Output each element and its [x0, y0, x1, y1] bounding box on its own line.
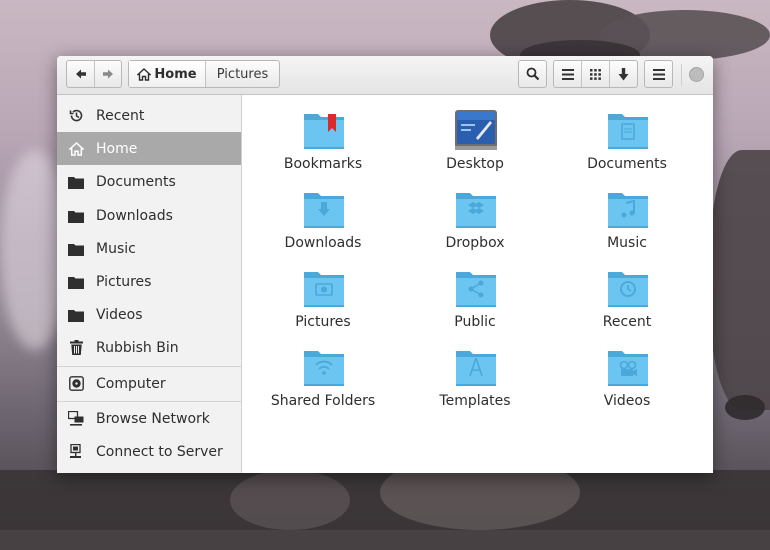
folder-item-desktop[interactable]: Desktop	[405, 104, 545, 176]
sidebar: Recent Home Documents Downloads Music Pi…	[57, 95, 242, 473]
close-window-button[interactable]	[689, 67, 704, 82]
clock-icon	[68, 108, 84, 124]
view-buttons	[553, 60, 638, 88]
sidebar-item-label: Documents	[96, 173, 176, 190]
menu-button[interactable]	[644, 60, 673, 88]
drive-icon	[68, 376, 84, 392]
server-icon	[68, 444, 84, 460]
path-pictures-label: Pictures	[216, 66, 269, 82]
sidebar-item-label: Downloads	[96, 207, 173, 224]
sidebar-item-label: Home	[96, 140, 138, 157]
sidebar-item-browse-network[interactable]: Browse Network	[57, 402, 241, 435]
sidebar-item-label: Browse Network	[96, 410, 210, 427]
folder-label: Music	[607, 235, 647, 251]
sidebar-item-documents[interactable]: Documents	[57, 165, 241, 198]
folder-item-bookmarks[interactable]: Bookmarks	[253, 104, 393, 176]
grid-view-button[interactable]	[581, 61, 608, 87]
sidebar-item-music[interactable]: Music	[57, 232, 241, 265]
sidebar-item-label: Recent	[96, 107, 145, 124]
path-pictures-button[interactable]: Pictures	[205, 61, 279, 87]
sidebar-item-rubbish-bin[interactable]: Rubbish Bin	[57, 331, 241, 364]
folder-item-dropbox[interactable]: Dropbox	[405, 183, 545, 255]
arrow-down-icon	[618, 67, 629, 80]
trash-icon	[68, 340, 84, 356]
folder-icon	[68, 208, 84, 224]
folder-label: Documents	[587, 156, 667, 172]
list-view-button[interactable]	[554, 61, 581, 87]
sidebar-item-downloads[interactable]: Downloads	[57, 199, 241, 232]
folder-label: Templates	[439, 393, 511, 409]
folder-label: Public	[454, 314, 496, 330]
sidebar-item-label: Connect to Server	[96, 443, 223, 460]
folder-icon	[68, 174, 84, 190]
folder-label: Desktop	[446, 156, 504, 172]
search-icon	[526, 67, 539, 81]
file-grid: Bookmarks Desktop Documents Downloads Dropbo…	[242, 95, 713, 473]
folder-label: Dropbox	[445, 235, 505, 251]
home-icon	[137, 67, 152, 81]
sidebar-item-computer[interactable]: Computer	[57, 367, 241, 400]
sidebar-item-label: Rubbish Bin	[96, 339, 179, 356]
folder-item-templates[interactable]: Templates	[405, 341, 545, 413]
forward-button[interactable]	[94, 61, 121, 87]
folder-label: Videos	[603, 393, 651, 409]
network-icon	[68, 411, 84, 427]
folder-icon	[68, 307, 84, 323]
folder-icon	[68, 241, 84, 257]
sidebar-item-label: Computer	[96, 375, 166, 392]
sidebar-item-label: Music	[96, 240, 136, 257]
sidebar-item-home[interactable]: Home	[57, 132, 241, 165]
folder-item-music[interactable]: Music	[557, 183, 697, 255]
hamburger-menu-icon	[652, 68, 665, 80]
header-bar: Home Pictures	[57, 56, 713, 95]
home-icon	[68, 141, 84, 157]
file-manager-window: Home Pictures Recent Home Documents Down…	[57, 56, 713, 473]
search-button[interactable]	[518, 60, 547, 88]
sidebar-item-label: Pictures	[96, 273, 152, 290]
folder-label: Downloads	[284, 235, 362, 251]
folder-icon	[68, 274, 84, 290]
sidebar-item-connect-to-server[interactable]: Connect to Server	[57, 435, 241, 468]
sidebar-item-label: Videos	[96, 306, 143, 323]
folder-item-public[interactable]: Public	[405, 262, 545, 334]
folder-item-shared-folders[interactable]: Shared Folders	[253, 341, 393, 413]
sidebar-item-recent[interactable]: Recent	[57, 99, 241, 132]
sort-options-button[interactable]	[608, 61, 637, 87]
sidebar-item-videos[interactable]: Videos	[57, 298, 241, 331]
back-button[interactable]	[67, 61, 94, 87]
grid-icon	[590, 68, 601, 80]
folder-label: Pictures	[295, 314, 351, 330]
path-home-button[interactable]: Home	[129, 61, 205, 87]
folder-item-recent[interactable]: Recent	[557, 262, 697, 334]
folder-label: Bookmarks	[283, 156, 363, 172]
folder-item-pictures[interactable]: Pictures	[253, 262, 393, 334]
folder-label: Shared Folders	[270, 393, 376, 409]
path-home-label: Home	[154, 66, 197, 82]
path-bar: Home Pictures	[128, 60, 280, 88]
list-icon	[561, 68, 574, 80]
sidebar-item-pictures[interactable]: Pictures	[57, 265, 241, 298]
folder-item-videos[interactable]: Videos	[557, 341, 697, 413]
navigation-buttons	[66, 60, 122, 88]
folder-item-documents[interactable]: Documents	[557, 104, 697, 176]
folder-item-downloads[interactable]: Downloads	[253, 183, 393, 255]
folder-label: Recent	[602, 314, 652, 330]
arrow-right-icon	[103, 69, 113, 79]
arrow-left-icon	[75, 69, 86, 79]
header-divider	[681, 64, 682, 86]
